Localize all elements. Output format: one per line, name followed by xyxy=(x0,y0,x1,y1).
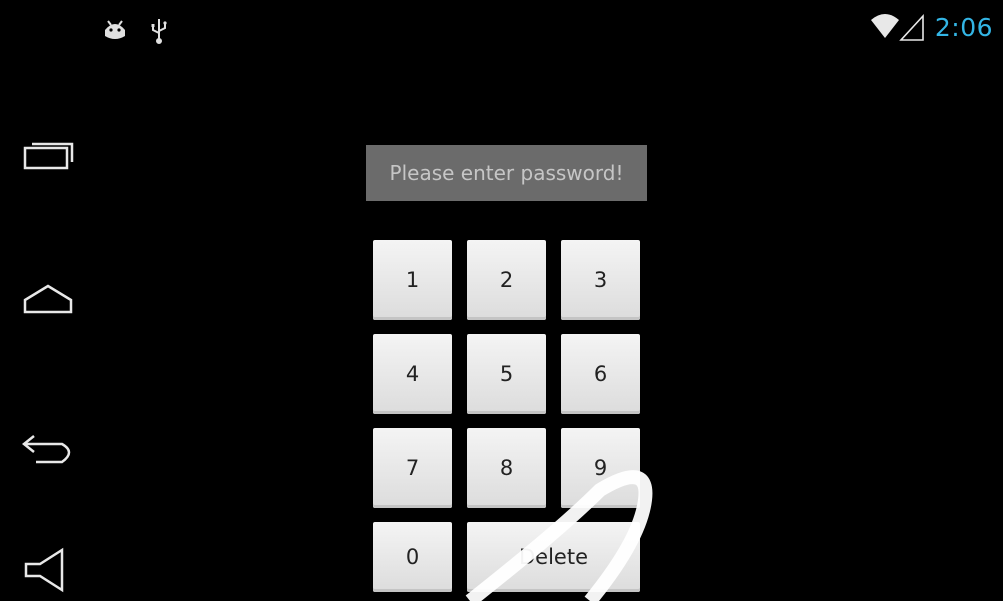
volume-button[interactable] xyxy=(20,546,80,594)
delete-button[interactable]: Delete xyxy=(467,522,640,592)
android-debug-icon xyxy=(105,20,125,39)
key-3[interactable]: 3 xyxy=(561,240,640,320)
password-prompt: Please enter password! xyxy=(366,145,647,201)
back-icon xyxy=(21,435,71,464)
key-4[interactable]: 4 xyxy=(373,334,452,414)
key-8[interactable]: 8 xyxy=(467,428,546,508)
back-button[interactable] xyxy=(20,422,80,470)
key-9[interactable]: 9 xyxy=(561,428,640,508)
key-6[interactable]: 6 xyxy=(561,334,640,414)
clock: 2:06 xyxy=(934,12,993,42)
usb-icon xyxy=(151,19,167,44)
signal-icon xyxy=(899,13,924,41)
volume-icon xyxy=(24,547,64,593)
recent-apps-icon xyxy=(23,142,74,170)
home-button[interactable] xyxy=(20,274,80,322)
recent-apps-button[interactable] xyxy=(20,130,80,178)
status-bar: 2:06 xyxy=(0,0,1003,64)
status-right-area: 2:06 xyxy=(869,12,993,42)
home-icon xyxy=(23,284,73,314)
key-1[interactable]: 1 xyxy=(373,240,452,320)
keypad: 1 2 3 4 5 6 7 8 9 0 Delete xyxy=(373,240,641,601)
wifi-icon xyxy=(870,14,899,38)
key-7[interactable]: 7 xyxy=(373,428,452,508)
key-0[interactable]: 0 xyxy=(373,522,452,592)
key-5[interactable]: 5 xyxy=(467,334,546,414)
navigation-bar xyxy=(0,64,95,601)
key-2[interactable]: 2 xyxy=(467,240,546,320)
status-left-icons xyxy=(103,16,173,50)
